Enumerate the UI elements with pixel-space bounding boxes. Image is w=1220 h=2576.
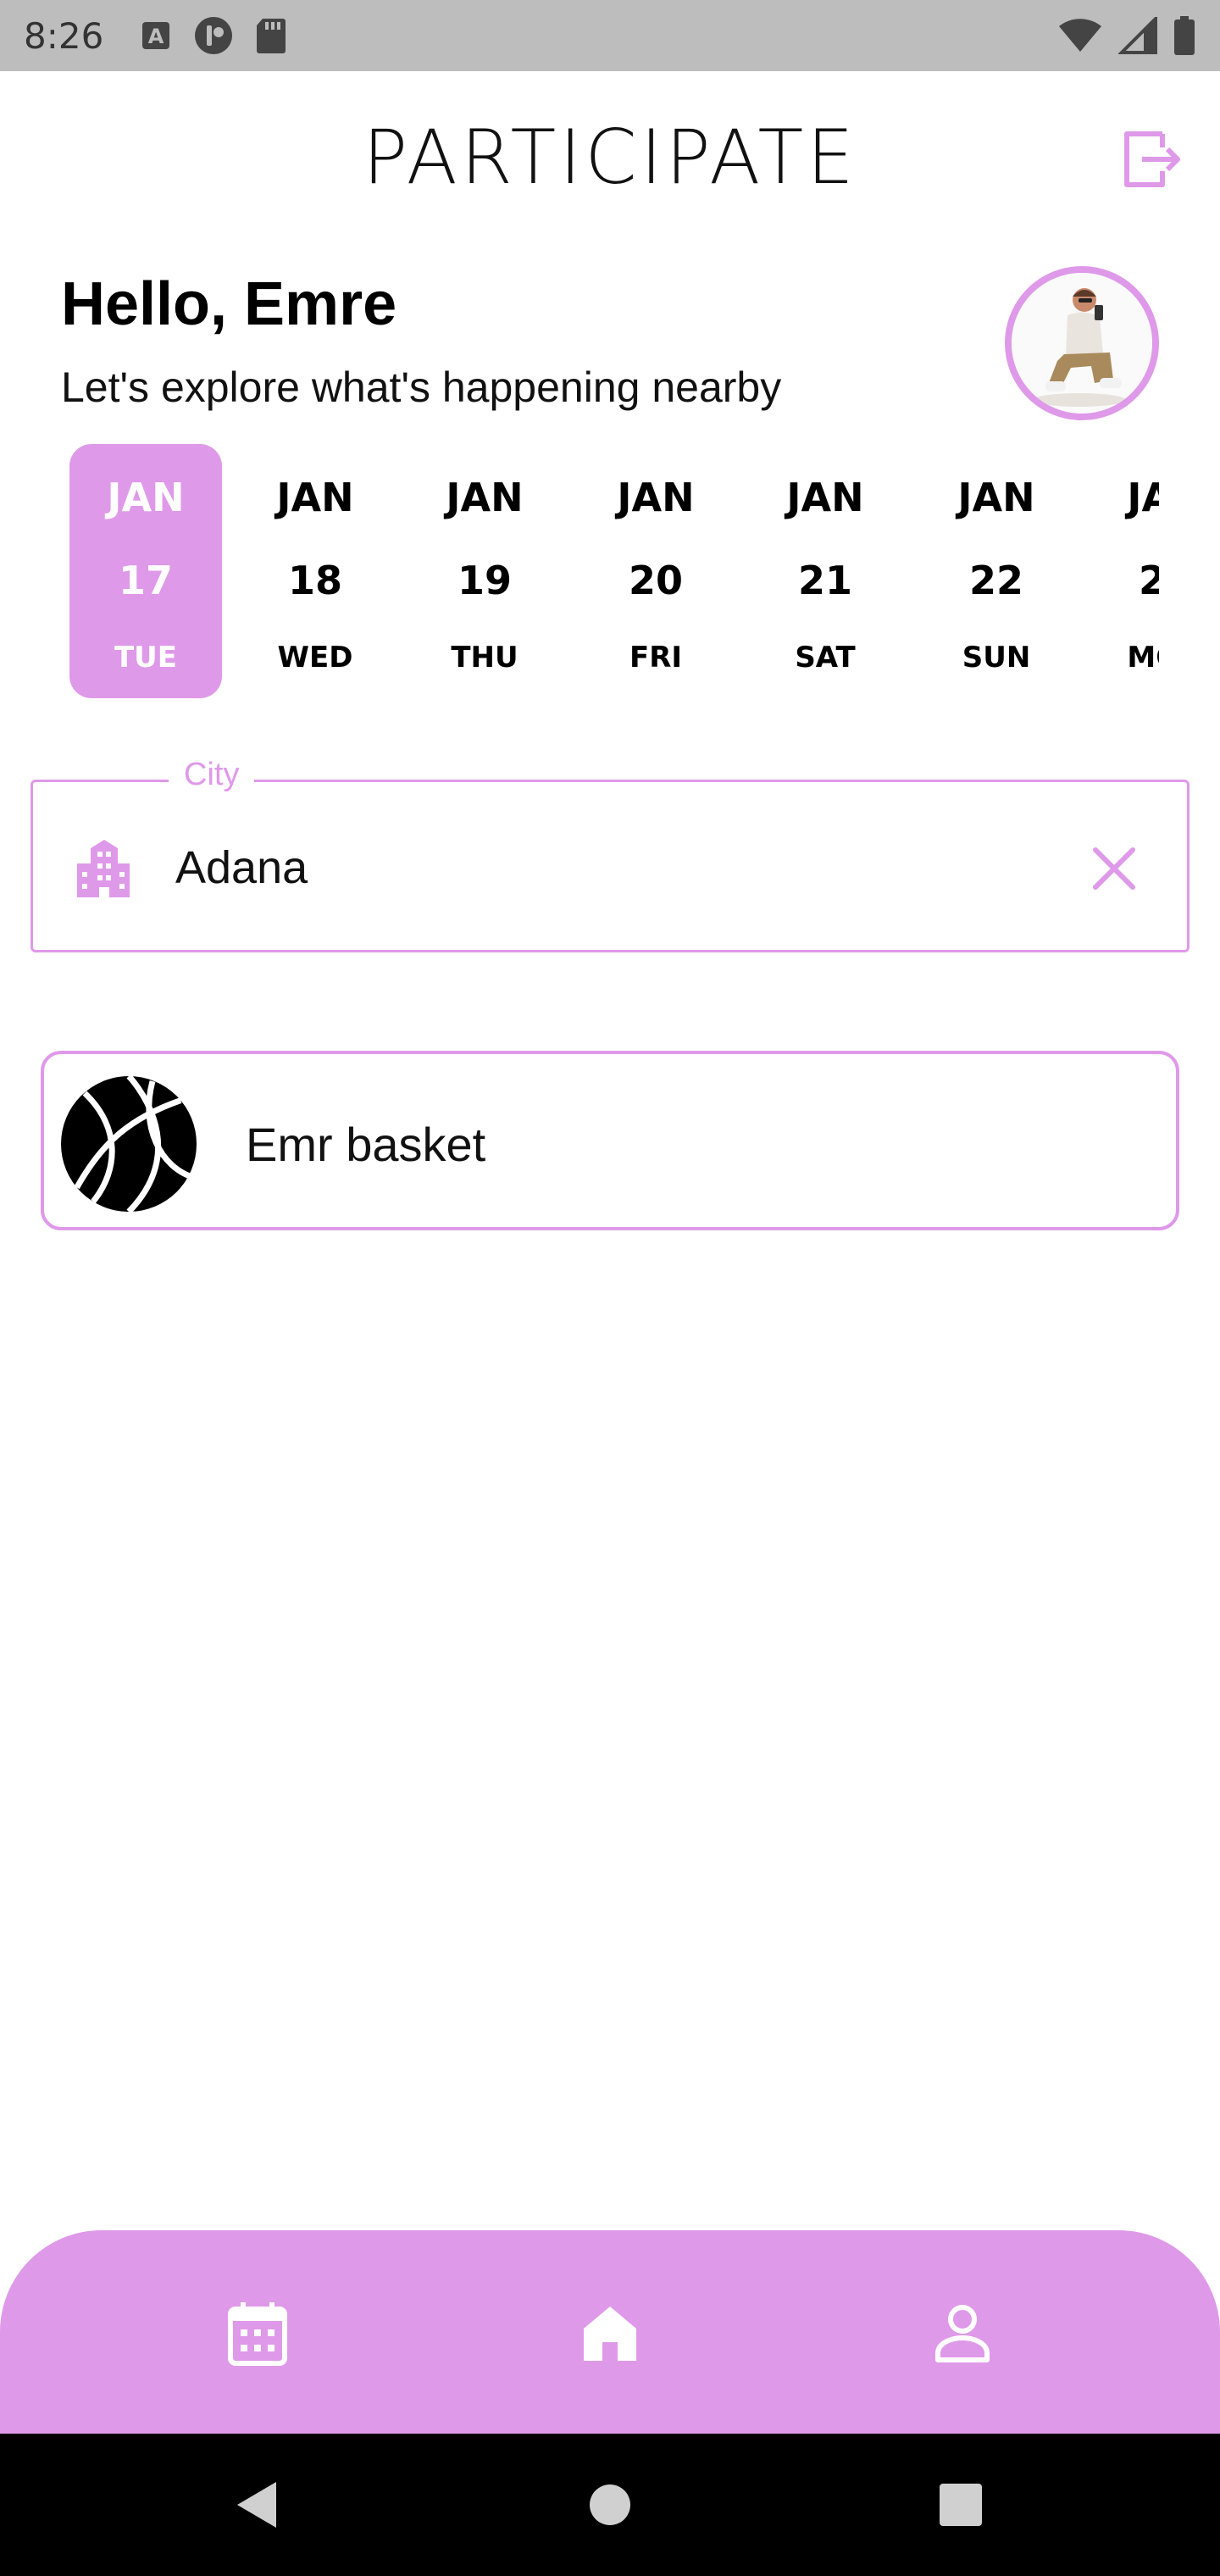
- city-field[interactable]: City Adana: [30, 757, 1190, 952]
- keyboard-a-icon: A: [142, 22, 170, 49]
- nav-home-button[interactable]: [568, 2291, 652, 2376]
- app-bar: PARTICIPATE: [0, 71, 1220, 241]
- basketball-icon: [61, 1074, 197, 1213]
- date-month: JAN: [957, 475, 1035, 520]
- nav-profile-button[interactable]: [920, 2291, 1005, 2376]
- date-item-jan-18[interactable]: JAN 18 WED: [239, 444, 391, 698]
- date-weekday: WED: [277, 641, 353, 675]
- avatar[interactable]: [1005, 266, 1159, 420]
- status-system-icons: [1057, 15, 1196, 56]
- calendar-icon: [228, 2302, 287, 2366]
- signal-icon: [1118, 17, 1157, 54]
- home-icon: [584, 2307, 636, 2361]
- date-day: 20: [628, 558, 683, 603]
- date-month: JAN: [617, 475, 695, 520]
- status-notification-icons: A: [141, 15, 286, 56]
- date-month: JAN: [107, 475, 185, 520]
- clear-city-button[interactable]: [1087, 841, 1141, 896]
- date-day: 21: [797, 558, 852, 603]
- nav-calendar-button[interactable]: [215, 2291, 300, 2376]
- pause-circle-icon: [195, 17, 233, 54]
- city-icon: [77, 840, 130, 897]
- date-weekday: SAT: [795, 641, 856, 675]
- system-back-button[interactable]: [214, 2462, 298, 2547]
- system-home-button[interactable]: [568, 2462, 652, 2547]
- date-item-jan-19[interactable]: JAN 19 THU: [408, 444, 561, 698]
- date-strip: JAN 17 TUE JAN 18 WED JAN 19 THU JAN 20 …: [0, 444, 1159, 698]
- date-day: 19: [457, 558, 512, 603]
- page-title: PARTICIPATE: [363, 114, 857, 201]
- wifi-icon: [1059, 19, 1101, 53]
- date-month: JAN: [276, 475, 354, 520]
- date-weekday: THU: [451, 641, 518, 675]
- date-weekday: SUN: [962, 641, 1031, 675]
- status-bar: 8:26 A: [0, 0, 1220, 71]
- city-label: City: [169, 757, 255, 793]
- greeting-subtitle: Let's explore what's happening nearby: [61, 364, 782, 411]
- home-circle-icon: [590, 2484, 630, 2525]
- date-item-jan-21[interactable]: JAN 21 SAT: [749, 444, 901, 698]
- date-month: JAN: [446, 475, 524, 520]
- back-triangle-icon: [237, 2482, 276, 2528]
- date-item-jan-22[interactable]: JAN 22 SUN: [920, 444, 1073, 698]
- svg-text:A: A: [148, 25, 164, 48]
- date-weekday: MON: [1127, 641, 1159, 675]
- logout-button[interactable]: [1118, 127, 1183, 192]
- status-time: 8:26: [24, 14, 104, 57]
- person-icon: [935, 2305, 990, 2362]
- date-month: JAN: [786, 475, 864, 520]
- avatar-illustration: [1012, 273, 1152, 414]
- system-recents-button[interactable]: [918, 2462, 1003, 2547]
- city-input-value[interactable]: Adana: [175, 841, 308, 894]
- recents-square-icon: [940, 2484, 982, 2526]
- date-item-jan-20[interactable]: JAN 20 FRI: [580, 444, 732, 698]
- date-item-jan-17[interactable]: JAN 17 TUE: [69, 444, 222, 698]
- logout-icon: [1124, 131, 1180, 187]
- sd-card-icon: [257, 19, 286, 53]
- date-day: 17: [118, 558, 173, 603]
- date-day: 23: [1138, 558, 1159, 603]
- screen: 8:26 A PARTICIPATE Hello, Emre Let's exp…: [0, 0, 1220, 2576]
- date-item-jan-23[interactable]: JAN 23 MON: [1090, 444, 1159, 698]
- date-weekday: FRI: [629, 641, 683, 675]
- date-day: 18: [287, 558, 342, 603]
- event-card[interactable]: Emr basket: [41, 1051, 1179, 1230]
- close-icon: [1093, 847, 1135, 890]
- date-day: 22: [968, 558, 1023, 603]
- date-weekday: TUE: [114, 641, 178, 675]
- battery-icon: [1174, 16, 1195, 55]
- greeting-title: Hello, Emre: [61, 270, 397, 338]
- date-month: JAN: [1127, 475, 1159, 520]
- system-nav-bar: [0, 2434, 1220, 2576]
- event-name: Emr basket: [246, 1118, 486, 1171]
- bottom-nav: [0, 2230, 1220, 2434]
